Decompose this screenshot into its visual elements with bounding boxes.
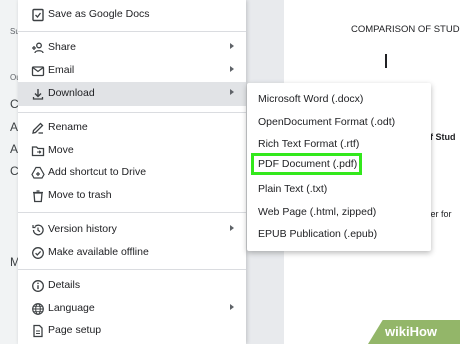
- menu-item-label: Version history: [48, 223, 117, 235]
- wikihow-watermark: wikiHow: [368, 320, 460, 344]
- folder-icon: [31, 144, 45, 158]
- info-icon: [31, 279, 45, 293]
- pencil-icon: [31, 121, 45, 135]
- google-docs-icon: [31, 8, 45, 22]
- submenu-arrow-icon: [230, 43, 234, 49]
- submenu-item-docx[interactable]: Microsoft Word (.docx): [247, 88, 431, 110]
- menu-item-share[interactable]: Share: [18, 36, 246, 60]
- page-icon: [31, 324, 45, 338]
- add-person-icon: [31, 41, 45, 55]
- menu-item-label: Share: [48, 41, 77, 53]
- trash-icon: [31, 189, 45, 203]
- menu-item-label: Page setup: [48, 324, 102, 336]
- submenu-item-txt[interactable]: Plain Text (.txt): [247, 178, 431, 200]
- menu-item-label: Rename: [48, 121, 88, 133]
- document-fragment: ter for: [428, 209, 452, 219]
- submenu-item-label: Rich Text Format (.rtf): [258, 138, 360, 150]
- menu-divider: [18, 212, 246, 213]
- submenu-item-rtf[interactable]: Rich Text Format (.rtf): [247, 133, 431, 155]
- email-icon: [31, 64, 45, 78]
- watermark-text: wikiHow: [385, 324, 438, 339]
- submenu-item-epub[interactable]: EPUB Publication (.epub): [247, 223, 431, 245]
- menu-item-version-history[interactable]: Version history: [18, 218, 246, 242]
- submenu-item-label: Microsoft Word (.docx): [258, 93, 364, 105]
- menu-item-label: Move to trash: [48, 189, 112, 201]
- menu-divider: [18, 31, 246, 32]
- menu-item-label: Details: [48, 279, 81, 291]
- submenu-arrow-icon: [230, 225, 234, 231]
- file-menu: Save as Google Docs Share Email Download…: [18, 0, 246, 344]
- menu-divider: [18, 269, 246, 270]
- menu-item-make-available-offline[interactable]: Make available offline: [18, 241, 246, 265]
- menu-item-page-setup[interactable]: Page setup: [18, 319, 246, 343]
- menu-item-label: Move: [48, 144, 74, 156]
- menu-item-label: Save as Google Docs: [48, 8, 150, 20]
- submenu-arrow-icon: [230, 66, 234, 72]
- document-title: COMPARISON OF STUDEN: [351, 24, 460, 35]
- menu-divider: [18, 112, 246, 113]
- download-submenu: Microsoft Word (.docx) OpenDocument Form…: [247, 83, 431, 251]
- menu-item-label: Download: [48, 87, 95, 99]
- history-icon: [31, 223, 45, 237]
- text-cursor: [385, 54, 387, 68]
- offline-check-icon: [31, 246, 45, 260]
- menu-item-save-as-google-docs[interactable]: Save as Google Docs: [18, 3, 246, 27]
- submenu-item-label: Web Page (.html, zipped): [258, 206, 377, 218]
- submenu-item-label: Plain Text (.txt): [258, 183, 328, 195]
- document-fragment: f Stud: [430, 132, 456, 142]
- menu-item-download[interactable]: Download: [18, 82, 246, 106]
- menu-item-rename[interactable]: Rename: [18, 116, 246, 140]
- menu-item-label: Email: [48, 64, 75, 76]
- menu-item-label: Make available offline: [48, 246, 149, 258]
- submenu-item-label: OpenDocument Format (.odt): [258, 116, 396, 128]
- submenu-arrow-icon: [230, 304, 234, 310]
- menu-item-move-to-trash[interactable]: Move to trash: [18, 184, 246, 208]
- submenu-item-label: PDF Document (.pdf): [258, 158, 358, 170]
- menu-item-label: Add shortcut to Drive: [48, 166, 147, 178]
- menu-item-language[interactable]: Language: [18, 297, 246, 321]
- menu-item-label: Language: [48, 302, 95, 314]
- menu-item-email[interactable]: Email: [18, 59, 246, 83]
- submenu-item-pdf[interactable]: PDF Document (.pdf): [247, 153, 431, 175]
- menu-item-add-shortcut[interactable]: Add shortcut to Drive: [18, 161, 246, 185]
- submenu-item-html[interactable]: Web Page (.html, zipped): [247, 201, 431, 223]
- menu-item-move[interactable]: Move: [18, 139, 246, 163]
- submenu-arrow-icon: [230, 89, 234, 95]
- download-icon: [31, 87, 45, 101]
- drive-shortcut-icon: [31, 166, 45, 180]
- globe-icon: [31, 302, 45, 316]
- submenu-item-odt[interactable]: OpenDocument Format (.odt): [247, 111, 431, 133]
- menu-item-details[interactable]: Details: [18, 274, 246, 298]
- submenu-item-label: EPUB Publication (.epub): [258, 228, 378, 240]
